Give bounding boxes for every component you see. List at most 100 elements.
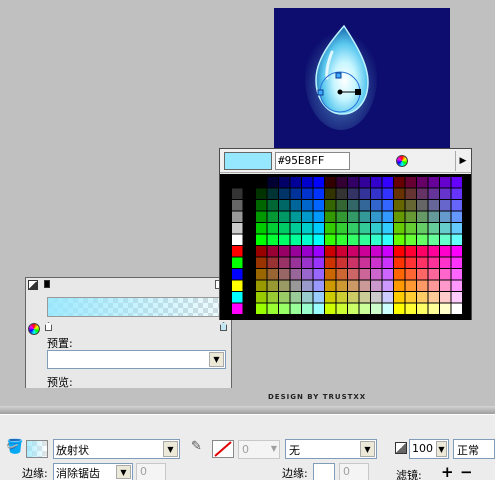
swatch-cell[interactable] [371, 246, 382, 257]
swatch-cell[interactable] [371, 303, 382, 315]
swatch-cell[interactable] [348, 234, 359, 246]
swatch-cell[interactable] [290, 211, 302, 223]
swatch-cell[interactable] [394, 177, 405, 188]
paint-bucket-icon[interactable]: 🪣 [6, 439, 23, 455]
swatch-cell[interactable] [440, 257, 451, 269]
preset-select[interactable]: ▼ [47, 350, 226, 369]
swatch-cell[interactable] [428, 246, 440, 257]
swatch-cell[interactable] [394, 246, 405, 257]
swatch-cell[interactable] [279, 269, 290, 280]
swatch-cell[interactable] [451, 223, 463, 234]
swatch-cell[interactable] [267, 269, 279, 280]
hex-input[interactable]: #95E8FF [275, 152, 350, 170]
swatch-cell[interactable] [302, 280, 313, 292]
swatch-cell[interactable] [394, 303, 405, 315]
swatch-cell[interactable] [290, 257, 302, 269]
swatch-cell[interactable] [348, 246, 359, 257]
chevron-down-icon[interactable]: ▼ [209, 352, 224, 367]
swatch-cell[interactable] [359, 211, 371, 223]
swatch-cell[interactable] [359, 303, 371, 315]
swatch-cell[interactable] [382, 269, 394, 280]
swatch-cell[interactable] [220, 246, 231, 257]
swatch-cell[interactable] [302, 177, 313, 188]
swatch-cell[interactable] [232, 234, 243, 246]
swatch-cell[interactable] [440, 269, 451, 280]
swatch-cell[interactable] [325, 303, 336, 315]
swatch-cell[interactable] [290, 303, 302, 315]
swatch-cell[interactable] [313, 246, 325, 257]
swatch-cell[interactable] [405, 303, 417, 315]
swatch-cell[interactable] [279, 188, 290, 200]
swatch-cell[interactable] [371, 280, 382, 292]
swatch-cell[interactable] [451, 234, 463, 246]
swatch-cell[interactable] [232, 211, 243, 223]
swatch-cell[interactable] [325, 177, 336, 188]
swatch-cell[interactable] [451, 246, 463, 257]
swatch-cell[interactable] [348, 257, 359, 269]
swatch-cell[interactable] [290, 223, 302, 234]
chevron-down-icon[interactable]: ▼ [436, 441, 447, 457]
swatch-cell[interactable] [371, 211, 382, 223]
swatch-cell[interactable] [359, 257, 371, 269]
swatch-cell[interactable] [451, 292, 463, 303]
swatch-cell[interactable] [440, 280, 451, 292]
swatch-cell[interactable] [417, 188, 428, 200]
chevron-down-icon[interactable]: ▼ [360, 441, 375, 457]
color-wheel-icon[interactable] [28, 323, 40, 335]
swatch-cell[interactable] [267, 188, 279, 200]
swatch-cell[interactable] [451, 303, 463, 315]
swatch-cell[interactable] [232, 246, 243, 257]
swatch-cell[interactable] [325, 200, 336, 211]
swatch-cell[interactable] [256, 257, 267, 269]
swatch-cell[interactable] [302, 234, 313, 246]
swatch-cell[interactable] [325, 292, 336, 303]
swatch-cell[interactable] [405, 223, 417, 234]
swatch-cell[interactable] [267, 303, 279, 315]
swatch-cell[interactable] [279, 177, 290, 188]
swatch-cell[interactable] [302, 211, 313, 223]
fill-color-swatch[interactable] [26, 440, 48, 458]
swatch-cell[interactable] [394, 257, 405, 269]
swatch-cell[interactable] [279, 200, 290, 211]
edge-select[interactable]: 消除锯齿 ▼ [53, 463, 133, 480]
swatch-cell[interactable] [394, 211, 405, 223]
swatch-cell[interactable] [325, 269, 336, 280]
swatch-cell[interactable] [232, 188, 243, 200]
swatch-cell[interactable] [359, 280, 371, 292]
swatch-cell[interactable] [451, 188, 463, 200]
panel-divider[interactable] [0, 406, 495, 414]
water-droplet-artwork[interactable] [274, 8, 450, 150]
swatch-cell[interactable] [382, 188, 394, 200]
swatch-cell[interactable] [440, 188, 451, 200]
stroke-edge-select[interactable] [313, 463, 335, 480]
swatch-cell[interactable] [417, 292, 428, 303]
swatch-cell[interactable] [302, 269, 313, 280]
swatch-cell[interactable] [417, 269, 428, 280]
swatch-cell[interactable] [267, 177, 279, 188]
swatch-cell[interactable] [336, 292, 348, 303]
swatch-cell[interactable] [325, 280, 336, 292]
swatch-cell[interactable] [394, 280, 405, 292]
swatch-cell[interactable] [405, 257, 417, 269]
swatch-cell[interactable] [371, 188, 382, 200]
swatch-cell[interactable] [348, 177, 359, 188]
swatch-cell[interactable] [417, 246, 428, 257]
swatch-cell[interactable] [440, 200, 451, 211]
swatch-cell[interactable] [313, 234, 325, 246]
swatch-cell[interactable] [256, 280, 267, 292]
swatch-cell[interactable] [382, 234, 394, 246]
color-wheel-icon[interactable] [396, 155, 408, 167]
swatch-cell[interactable] [336, 246, 348, 257]
swap-colors-icon[interactable] [28, 280, 38, 290]
swatch-cell[interactable] [428, 269, 440, 280]
swatch-cell[interactable] [313, 223, 325, 234]
swatch-cell[interactable] [256, 211, 267, 223]
swatch-cell[interactable] [290, 177, 302, 188]
swatch-cell[interactable] [428, 303, 440, 315]
swatch-cell[interactable] [267, 234, 279, 246]
swatch-cell[interactable] [451, 200, 463, 211]
swatch-cell[interactable] [440, 292, 451, 303]
canvas-stage[interactable] [274, 8, 450, 150]
gradient-stop-top-left-icon[interactable] [44, 280, 50, 288]
chevron-down-icon[interactable]: ▼ [116, 465, 131, 479]
